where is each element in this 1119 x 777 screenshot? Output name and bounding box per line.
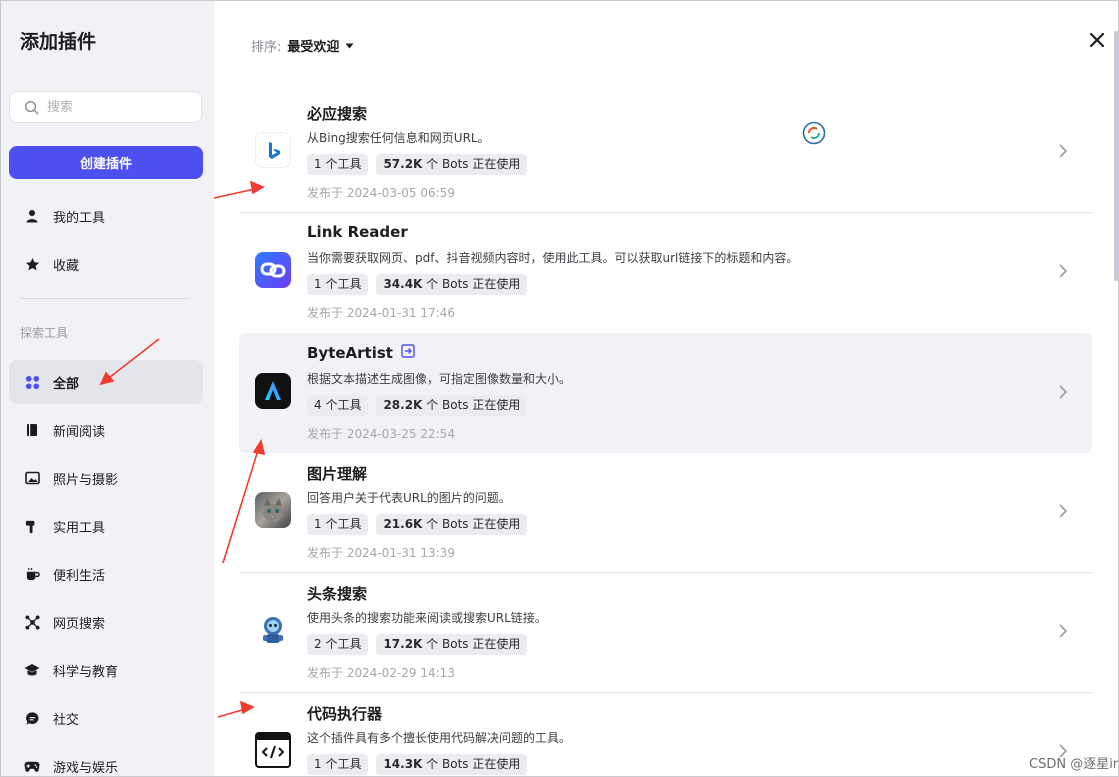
watermark: CSDN @逐星ing	[1029, 757, 1118, 772]
annotation-arrows	[99, 180, 266, 718]
add-plugin-dialog: 添加插件 创建插件 我的工具 收藏 探索工具 全部	[0, 0, 1119, 777]
